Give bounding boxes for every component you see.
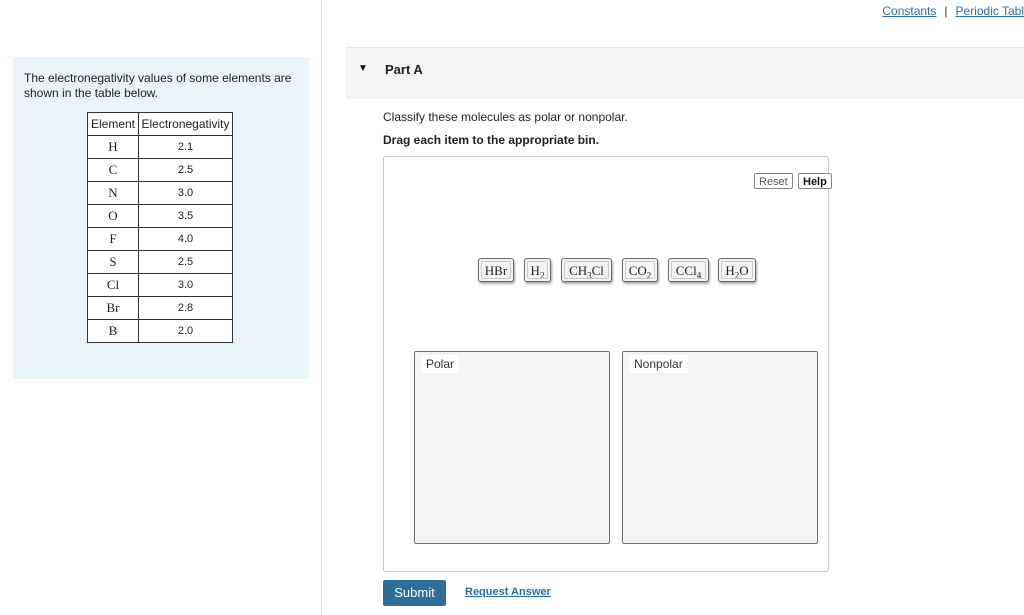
table-row: Cl 3.0 bbox=[87, 273, 233, 297]
table-row: H 2.1 bbox=[87, 135, 233, 159]
question-text: Classify these molecules as polar or non… bbox=[383, 110, 628, 124]
periodic-table-link[interactable]: Periodic Tabl bbox=[956, 4, 1024, 18]
element-cell: O bbox=[87, 204, 139, 228]
value-cell: 2.0 bbox=[138, 319, 233, 343]
element-cell: Cl bbox=[87, 273, 139, 297]
element-cell: S bbox=[87, 250, 139, 274]
molecule-tile-ccl4[interactable]: CCl4 bbox=[668, 258, 709, 282]
table-header-row: Element Electronegativity bbox=[87, 112, 233, 136]
element-cell: H bbox=[87, 135, 139, 159]
column-header-electronegativity: Electronegativity bbox=[138, 112, 233, 136]
polar-bin[interactable]: Polar bbox=[414, 351, 610, 544]
table-row: B 2.0 bbox=[87, 319, 233, 343]
value-cell: 3.0 bbox=[138, 273, 233, 297]
molecule-tile-h2o[interactable]: H2O bbox=[718, 258, 756, 282]
part-header[interactable] bbox=[346, 47, 1024, 99]
value-cell: 2.5 bbox=[138, 250, 233, 274]
value-cell: 3.5 bbox=[138, 204, 233, 228]
table-row: O 3.5 bbox=[87, 204, 233, 228]
link-separator: | bbox=[944, 4, 948, 18]
element-cell: Br bbox=[87, 296, 139, 320]
element-cell: N bbox=[87, 181, 139, 205]
molecule-tile-co2[interactable]: CO2 bbox=[622, 258, 658, 282]
table-row: C 2.5 bbox=[87, 158, 233, 182]
part-title[interactable]: Part A bbox=[385, 62, 423, 77]
table-row: Br 2.8 bbox=[87, 296, 233, 320]
value-cell: 4.0 bbox=[138, 227, 233, 251]
top-links: Constants | Periodic Tabl bbox=[882, 4, 1024, 18]
element-cell: F bbox=[87, 227, 139, 251]
molecule-tile-h2[interactable]: H2 bbox=[524, 258, 551, 282]
column-divider bbox=[321, 0, 322, 615]
value-cell: 2.5 bbox=[138, 158, 233, 182]
electronegativity-table: Element Electronegativity H 2.1 C 2.5 N 3.0… bbox=[87, 112, 233, 343]
molecule-label: HBr bbox=[484, 263, 508, 278]
instruction-text: Drag each item to the appropriate bin. bbox=[383, 133, 600, 147]
help-button[interactable]: Help bbox=[798, 173, 832, 189]
value-cell: 2.1 bbox=[138, 135, 233, 159]
triangle-down-icon[interactable]: ▼ bbox=[358, 63, 368, 74]
value-cell: 2.8 bbox=[138, 296, 233, 320]
element-cell: B bbox=[87, 319, 139, 343]
table-row: N 3.0 bbox=[87, 181, 233, 205]
nonpolar-bin-label: Nonpolar bbox=[629, 355, 688, 373]
table-row: F 4.0 bbox=[87, 227, 233, 251]
molecule-tile-ch3cl[interactable]: CH3Cl bbox=[561, 258, 612, 282]
nonpolar-bin[interactable]: Nonpolar bbox=[622, 351, 818, 544]
value-cell: 3.0 bbox=[138, 181, 233, 205]
request-answer-link[interactable]: Request Answer bbox=[465, 586, 551, 598]
column-header-element: Element bbox=[87, 112, 139, 136]
table-row: S 2.5 bbox=[87, 250, 233, 274]
polar-bin-label: Polar bbox=[421, 355, 460, 373]
constants-link[interactable]: Constants bbox=[882, 4, 936, 18]
reset-button[interactable]: Reset bbox=[754, 173, 793, 189]
element-cell: C bbox=[87, 158, 139, 182]
molecule-tile-hbr[interactable]: HBr bbox=[478, 258, 514, 282]
submit-button[interactable]: Submit bbox=[383, 580, 446, 606]
info-text: The electronegativity values of some ele… bbox=[24, 71, 292, 100]
